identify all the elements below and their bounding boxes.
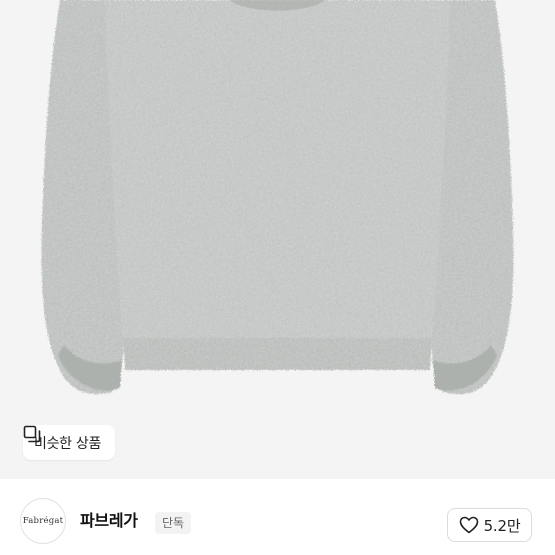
similar-items-icon (23, 425, 41, 443)
heart-outline-icon (459, 516, 478, 534)
like-count: 5.2만 (483, 516, 521, 535)
sweater-illustration (41, 0, 514, 395)
store-name[interactable]: 파브레가 (80, 511, 138, 531)
like-button[interactable]: 5.2만 (447, 508, 532, 542)
exclusive-badge: 단독 (155, 512, 192, 534)
product-image[interactable]: 비슷한 상품 (0, 0, 555, 479)
store-info-bar: Fabrégat 파브레가 단독 5.2만 (0, 479, 555, 555)
similar-products-button[interactable]: 비슷한 상품 (23, 425, 116, 460)
similar-products-label: 비슷한 상품 (34, 435, 102, 452)
store-logo-text: Fabrégat (22, 516, 64, 526)
store-logo-avatar[interactable]: Fabrégat (20, 498, 66, 544)
